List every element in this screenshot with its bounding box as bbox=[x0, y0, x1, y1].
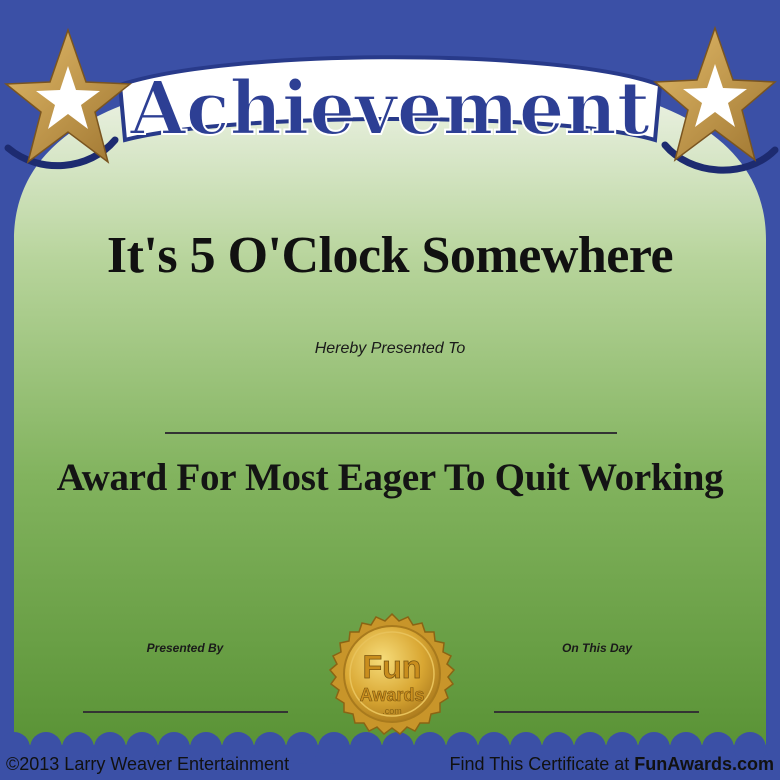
presented-by-label: Presented By bbox=[146, 641, 224, 655]
seal-text-com: .com bbox=[382, 706, 402, 716]
header-title: Achievement bbox=[129, 66, 650, 152]
certificate-background: Achievement Fun Awards .com bbox=[0, 0, 780, 780]
presented-to-label: Hereby Presented To bbox=[314, 340, 466, 357]
seal-text-awards: Awards bbox=[360, 685, 425, 705]
presenter-signature-line bbox=[83, 711, 288, 713]
funawards-link[interactable]: FunAwards.com bbox=[634, 754, 774, 774]
recipient-name-line bbox=[165, 432, 617, 434]
copyright-text: ©2013 Larry Weaver Entertainment bbox=[6, 754, 290, 774]
certificate-subtitle: It's 5 O'Clock Somewhere bbox=[106, 227, 674, 284]
date-signature-line bbox=[494, 711, 699, 713]
find-certificate-text: Find This Certificate at FunAwards.com bbox=[450, 754, 774, 775]
seal-text-fun: Fun bbox=[363, 649, 422, 685]
award-title: Award For Most Eager To Quit Working bbox=[56, 456, 724, 499]
certificate: Achievement Fun Awards .com It's 5 O'Clo… bbox=[0, 0, 780, 780]
find-prefix: Find This Certificate at bbox=[449, 754, 635, 774]
on-this-day-label: On This Day bbox=[561, 641, 632, 655]
